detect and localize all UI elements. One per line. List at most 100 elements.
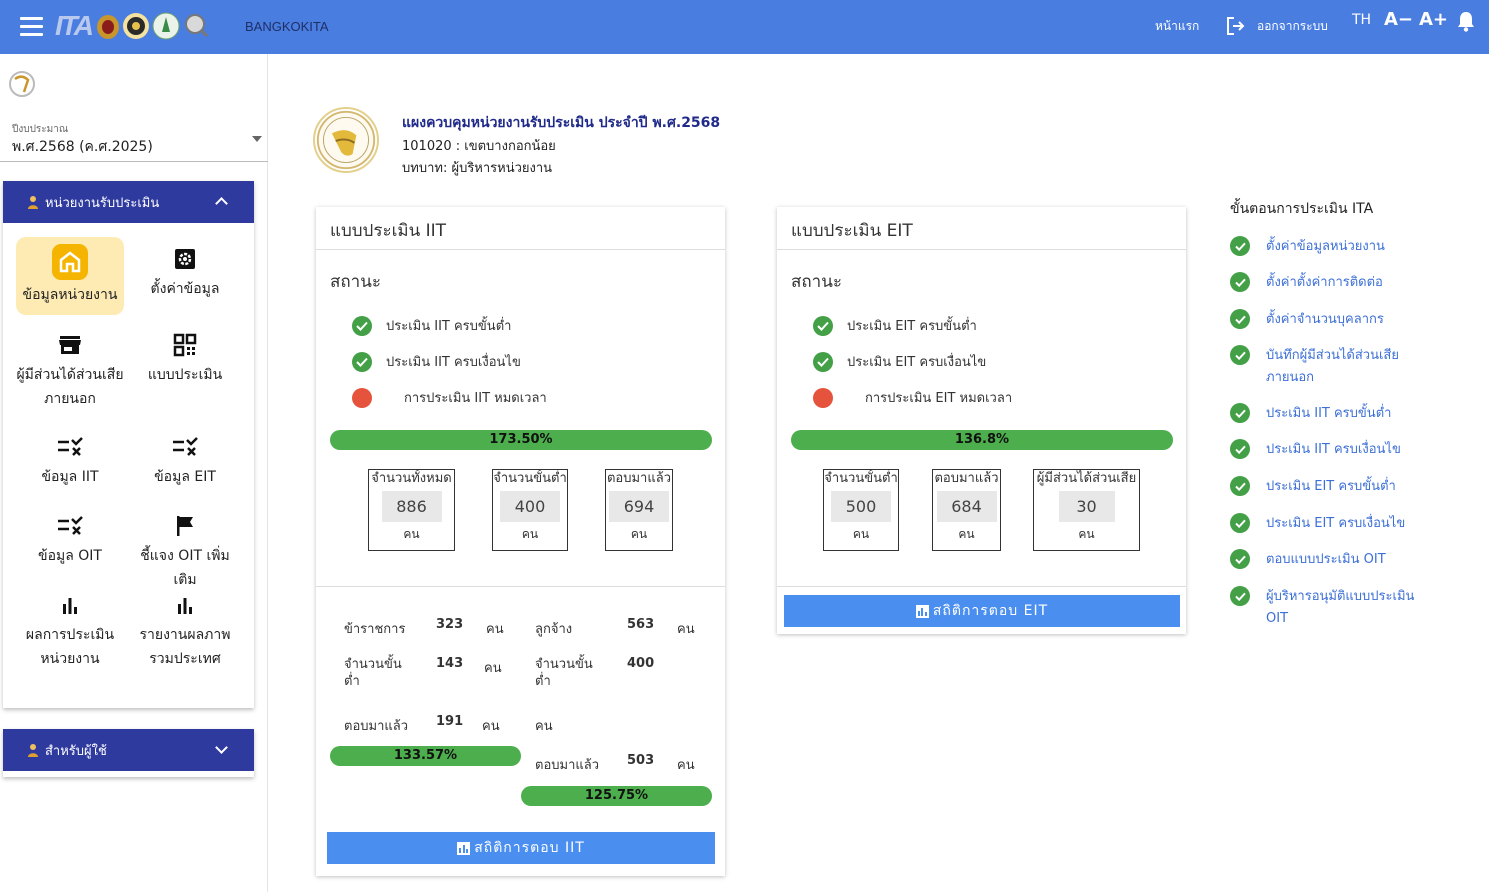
- logout-icon[interactable]: [1226, 16, 1246, 36]
- divider: [316, 586, 725, 587]
- status-text: ประเมิน IIT ครบเงื่อนไข: [386, 355, 521, 370]
- iit-stats-button[interactable]: สถิติการตอบ IIT: [327, 832, 715, 864]
- tile-label: ตั้งค่าข้อมูล: [150, 281, 220, 297]
- emp-progress-bar: 125.75%: [521, 786, 712, 806]
- panel-evaluated-unit-title: หน่วยงานรับประเมิน: [45, 195, 160, 211]
- status-text: ประเมิน IIT ครบขั้นต่ำ: [386, 319, 512, 334]
- organization-name: 101020 : เขตบางกอกน้อย: [402, 139, 556, 154]
- fiscal-year-value: พ.ศ.2568 (ค.ศ.2025): [12, 139, 153, 155]
- unit-text: คน: [484, 661, 502, 676]
- step-label: ตั้งค่าตั้งค่าการติดต่อ: [1266, 275, 1383, 290]
- eit-answered-box: ตอบมาแล้ว 684 คน: [932, 469, 1001, 551]
- dropdown-arrow-icon: [252, 136, 262, 142]
- box-value: 684: [936, 491, 997, 522]
- ita-steps: ขั้นตอนการประเมิน ITA: [1230, 198, 1460, 230]
- status-text: ประเมิน EIT ครบเงื่อนไข: [847, 355, 987, 370]
- bar-chart-icon: [131, 589, 239, 621]
- gov-answered-label: ตอบมาแล้ว: [344, 719, 409, 734]
- check-circle-icon: [1230, 272, 1250, 292]
- seal-logo-1: [97, 15, 120, 39]
- gov-min-value: 143: [436, 656, 464, 671]
- checklist-icon: [16, 431, 124, 463]
- menu-tile-grid: ข้อมูลหน่วยงาน ตั้งค่าข้อมูล ผู้มีส่วนได…: [3, 223, 254, 708]
- settings-icon: [131, 243, 239, 275]
- button-label: สถิติการตอบ IIT: [474, 840, 585, 856]
- box-value: 886: [381, 491, 442, 522]
- step-label: ประเมิน EIT ครบเงื่อนไข: [1266, 516, 1406, 531]
- tile-oit-clarification[interactable]: ชี้แจง OIT เพิ่มเติม: [131, 510, 239, 592]
- emp-answered-value: 503: [627, 753, 655, 768]
- eit-stats-button[interactable]: สถิติการตอบ EIT: [784, 595, 1180, 627]
- tile-assessment-form[interactable]: แบบประเมิน: [131, 329, 239, 387]
- panel-user-title: สำหรับผู้ใช้: [45, 743, 107, 759]
- tile-settings[interactable]: ตั้งค่าข้อมูล: [131, 243, 239, 301]
- eit-status-heading: สถานะ: [791, 272, 842, 292]
- panel-user-header[interactable]: สำหรับผู้ใช้: [3, 729, 254, 771]
- bell-icon[interactable]: [1456, 10, 1476, 32]
- bar-chart-icon: [457, 841, 471, 855]
- tile-national-report[interactable]: รายงานผลภาพรวมประเทศ: [131, 589, 239, 671]
- step-label: ประเมิน EIT ครบขั้นต่ำ: [1266, 479, 1396, 494]
- tile-label: ข้อมูล IIT: [41, 469, 99, 485]
- sidebar: ปีงบประมาณ พ.ศ.2568 (ค.ศ.2025) หน่วยงานร…: [0, 54, 268, 892]
- tile-iit-data[interactable]: ข้อมูล IIT: [16, 431, 124, 489]
- eit-status-timeout: การประเมิน EIT หมดเวลา: [813, 387, 1012, 408]
- lang-toggle[interactable]: TH: [1352, 12, 1371, 28]
- eit-status-condition: ประเมิน EIT ครบเงื่อนไข: [813, 351, 986, 372]
- step-item[interactable]: ตอบแบบประเมิน OIT: [1230, 549, 1426, 571]
- bar-chart-icon: [16, 589, 124, 621]
- emp-min-value: 400: [627, 656, 655, 671]
- box-unit: คน: [1078, 527, 1095, 541]
- eit-progress-bar: 136.8%: [791, 430, 1173, 450]
- nav-home-link[interactable]: หน้าแรก: [1155, 17, 1199, 36]
- step-item[interactable]: ประเมิน EIT ครบขั้นต่ำ: [1230, 476, 1426, 498]
- chevron-up-icon: [215, 197, 228, 210]
- seal-logo-2: [123, 13, 150, 39]
- tile-label: ข้อมูล OIT: [38, 548, 102, 564]
- iit-card: แบบประเมิน IIT สถานะ ประเมิน IIT ครบขั้น…: [316, 207, 725, 876]
- step-item[interactable]: ประเมิน EIT ครบเงื่อนไข: [1230, 513, 1426, 535]
- step-item[interactable]: ประเมิน IIT ครบเงื่อนไข: [1230, 439, 1426, 461]
- ita-logo: ITA: [55, 10, 94, 41]
- tile-unit-result[interactable]: ผลการประเมินหน่วยงาน: [16, 589, 124, 671]
- step-item[interactable]: ผู้บริหารอนุมัติแบบประเมิน OIT: [1230, 586, 1426, 630]
- step-item[interactable]: ตั้งค่าจำนวนบุคลากร: [1230, 309, 1426, 331]
- step-label: ผู้บริหารอนุมัติแบบประเมิน OIT: [1266, 589, 1415, 626]
- unit-text: คน: [486, 622, 504, 637]
- top-app-bar: ITA BANGKOKITA หน้าแรก ออกจากระบบ TH A− …: [0, 0, 1489, 54]
- tile-label: ข้อมูล EIT: [154, 469, 216, 485]
- font-increase-button[interactable]: A+: [1419, 9, 1448, 30]
- box-label: จำนวนขั้นต่ำ: [493, 471, 567, 486]
- font-decrease-button[interactable]: A−: [1384, 9, 1413, 30]
- tile-eit-data[interactable]: ข้อมูล EIT: [131, 431, 239, 489]
- iit-status-heading: สถานะ: [330, 272, 381, 292]
- flag-icon: [131, 510, 239, 542]
- check-circle-icon: [1230, 586, 1250, 606]
- status-text: การประเมิน IIT หมดเวลา: [404, 391, 547, 406]
- check-circle-icon: [1230, 345, 1250, 365]
- box-value: 400: [500, 491, 560, 522]
- step-item[interactable]: ตั้งค่าตั้งค่าการติดต่อ: [1230, 272, 1426, 294]
- tile-unit-info[interactable]: ข้อมูลหน่วยงาน: [16, 237, 124, 315]
- step-item[interactable]: ประเมิน IIT ครบขั้นต่ำ: [1230, 403, 1426, 425]
- menu-icon[interactable]: [20, 17, 43, 36]
- tile-oit-data[interactable]: ข้อมูล OIT: [16, 510, 124, 568]
- divider: [777, 586, 1186, 587]
- tile-label: ผู้มีส่วนได้ส่วนเสียภายนอก: [16, 367, 124, 407]
- panel-evaluated-unit-header[interactable]: หน่วยงานรับประเมิน: [3, 181, 254, 223]
- panel-evaluated-unit: หน่วยงานรับประเมิน ข้อมูลหน่วยงาน ตั้งค่…: [3, 181, 254, 708]
- button-label: สถิติการตอบ EIT: [932, 603, 1049, 619]
- iit-status-min: ประเมิน IIT ครบขั้นต่ำ: [352, 315, 511, 336]
- nav-logout-link[interactable]: ออกจากระบบ: [1257, 17, 1328, 36]
- box-value: 500: [831, 491, 891, 522]
- box-unit: คน: [852, 527, 870, 541]
- box-label: ตอบมาแล้ว: [934, 471, 999, 486]
- fiscal-year-select[interactable]: ปีงบประมาณ พ.ศ.2568 (ค.ศ.2025): [0, 116, 268, 162]
- step-item[interactable]: บันทึกผู้มีส่วนได้ส่วนเสียภายนอก: [1230, 345, 1426, 389]
- gov-answered-value: 191: [436, 714, 464, 729]
- emp-min-label: จำนวนขั้นต่ำ: [535, 657, 593, 689]
- sidebar-logo: [9, 71, 35, 97]
- seal-logo-4: [185, 14, 211, 40]
- step-item[interactable]: ตั้งค่าข้อมูลหน่วยงาน: [1230, 236, 1426, 258]
- tile-external-stakeholders[interactable]: ผู้มีส่วนได้ส่วนเสียภายนอก: [16, 329, 124, 411]
